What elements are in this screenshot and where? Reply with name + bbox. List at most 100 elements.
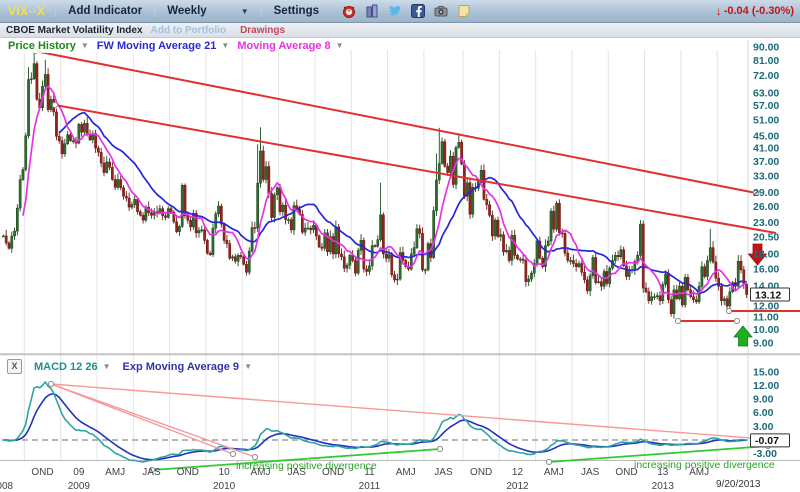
drawings-link[interactable]: Drawings bbox=[226, 25, 285, 36]
toolbar-icons bbox=[341, 3, 472, 19]
macd-axis-tick: 12.00 bbox=[753, 380, 779, 392]
price-axis-tick: 51.00 bbox=[753, 115, 779, 127]
x-axis-quarter-label: 11 bbox=[364, 467, 375, 478]
x-axis-quarter-label: 10 bbox=[219, 467, 231, 478]
chevron-down-icon: ▼ bbox=[221, 41, 229, 50]
notes-icon[interactable] bbox=[456, 3, 472, 19]
period-value: Weekly bbox=[167, 5, 206, 17]
svg-text:-0.07: -0.07 bbox=[755, 435, 779, 447]
ma8-dropdown[interactable]: Moving Average 8 ▼ bbox=[237, 40, 343, 52]
x-axis-quarter-label: OND bbox=[615, 467, 637, 478]
x-axis-year-label: 2012 bbox=[506, 481, 529, 492]
macd-ema-label: Exp Moving Average 9 bbox=[123, 361, 240, 373]
toolbar: VIX--X Add Indicator Weekly ▼ Settings bbox=[0, 0, 800, 23]
chevron-down-icon: ▼ bbox=[241, 7, 249, 16]
quote-change-value: -0.04 (-0.30%) bbox=[724, 5, 794, 17]
alarm-icon[interactable] bbox=[341, 3, 357, 19]
price-axis-tick: 23.00 bbox=[753, 217, 779, 229]
x-axis-quarter-label: JAS bbox=[581, 467, 600, 478]
macd-axis-tick: 15.00 bbox=[753, 366, 779, 378]
x-axis-quarter-label: OND bbox=[322, 467, 344, 478]
x-axis-quarter-label: OND bbox=[470, 467, 492, 478]
price-history-label: Price History bbox=[8, 40, 76, 52]
price-axis-tick: 45.00 bbox=[753, 131, 779, 143]
close-indicator-button[interactable]: X bbox=[7, 359, 22, 374]
ma8-label: Moving Average 8 bbox=[237, 40, 330, 52]
macd-panel bbox=[2, 382, 748, 462]
camera-icon[interactable] bbox=[433, 3, 449, 19]
x-axis-quarter-label: JAS bbox=[142, 467, 161, 478]
x-axis-end-date: 9/20/2013 bbox=[716, 479, 761, 490]
drawing-annotations: increasing positive divergenceincreasing… bbox=[32, 48, 800, 472]
quote-change: ↓ -0.04 (-0.30%) bbox=[716, 4, 794, 18]
price-axis-tick: 63.00 bbox=[753, 87, 779, 99]
x-axis-quarter-label: OND bbox=[31, 467, 53, 478]
x-axis-quarter-label: 09 bbox=[73, 467, 85, 478]
price-axis-tick: 10.00 bbox=[753, 324, 779, 336]
macd-axis-tick: -3.00 bbox=[753, 448, 777, 460]
x-axis-quarter-label: AMJ bbox=[250, 467, 270, 478]
chevron-down-icon: ▼ bbox=[103, 362, 111, 371]
facebook-icon[interactable] bbox=[410, 3, 426, 19]
ma21-dropdown[interactable]: FW Moving Average 21 ▼ bbox=[97, 40, 230, 52]
subbar: CBOE Market Volatility Index Add to Port… bbox=[0, 23, 800, 38]
x-axis-quarter-label: 13 bbox=[657, 467, 669, 478]
axes: 90.0081.00 72.00 63.0057.00 51.00 45.0041.00… bbox=[0, 42, 790, 492]
price-axis-tick: 41.00 bbox=[753, 143, 779, 155]
instrument-title: CBOE Market Volatility Index bbox=[0, 25, 143, 36]
price-legend: Price History ▼ FW Moving Average 21 ▼ M… bbox=[0, 38, 350, 53]
price-axis-tick: 33.00 bbox=[753, 170, 779, 182]
macd-label: MACD 12 26 bbox=[34, 361, 98, 373]
price-history-dropdown[interactable]: Price History ▼ bbox=[8, 40, 89, 52]
svg-text:13.12: 13.12 bbox=[755, 289, 781, 301]
price-axis-tick: 81.00 bbox=[753, 55, 779, 67]
price-axis-tick: 72.00 bbox=[753, 70, 779, 82]
twitter-icon[interactable] bbox=[387, 3, 403, 19]
settings-button[interactable]: Settings bbox=[261, 5, 331, 17]
macd-axis-tick: 3.00 bbox=[753, 421, 774, 433]
x-axis-year-label: 2013 bbox=[652, 481, 675, 492]
price-axis-tick: 9.00 bbox=[753, 338, 774, 350]
x-axis-quarter-label: JAS bbox=[434, 467, 453, 478]
x-axis-quarter-label: OND bbox=[177, 467, 199, 478]
period-dropdown[interactable]: Weekly ▼ bbox=[154, 5, 260, 17]
price-axis-tick: 11.00 bbox=[753, 312, 779, 324]
price-axis-tick: 20.50 bbox=[753, 232, 779, 244]
price-axis-tick: 57.00 bbox=[753, 100, 779, 112]
chart-canvas[interactable]: increasing positive divergenceincreasing… bbox=[0, 0, 800, 492]
x-axis-quarter-label: AMJ bbox=[396, 467, 416, 478]
price-axis-tick: 18.00 bbox=[753, 248, 779, 260]
x-axis-quarter-label: AMJ bbox=[689, 467, 709, 478]
ma21-label: FW Moving Average 21 bbox=[97, 40, 217, 52]
macd-dropdown[interactable]: MACD 12 26 ▼ bbox=[34, 361, 111, 373]
add-indicator-button[interactable]: Add Indicator bbox=[55, 5, 154, 17]
price-axis-tick: 26.00 bbox=[753, 201, 779, 213]
macd-axis-tick: 6.00 bbox=[753, 407, 774, 419]
up-block-arrow bbox=[734, 326, 752, 346]
x-axis-quarter-label: AMJ bbox=[544, 467, 564, 478]
price-panel bbox=[2, 48, 747, 319]
macd-header: X MACD 12 26 ▼ Exp Moving Average 9 ▼ bbox=[0, 359, 252, 374]
x-axis-year-label: 2010 bbox=[213, 481, 236, 492]
price-axis-tick: 16.00 bbox=[753, 264, 779, 276]
buildings-icon[interactable] bbox=[364, 3, 380, 19]
price-axis-tick: 12.00 bbox=[753, 301, 779, 313]
down-arrow-icon: ↓ bbox=[716, 4, 722, 18]
macd-axis-tick: 9.00 bbox=[753, 394, 774, 406]
x-axis-quarter-label: AMJ bbox=[105, 467, 125, 478]
charting-app: increasing positive divergenceincreasing… bbox=[0, 0, 800, 492]
chevron-down-icon: ▼ bbox=[81, 41, 89, 50]
x-axis-quarter-label: 12 bbox=[512, 467, 524, 478]
chevron-down-icon: ▼ bbox=[336, 41, 344, 50]
x-axis-year-label: 2009 bbox=[68, 481, 91, 492]
x-axis-quarter-label: JAS bbox=[288, 467, 307, 478]
x-axis-year-label: 2011 bbox=[359, 481, 381, 492]
price-axis-tick: 29.00 bbox=[753, 187, 779, 199]
x-axis-year-label: 2008 bbox=[0, 481, 14, 492]
add-to-portfolio-link[interactable]: Add to Portfolio bbox=[143, 25, 227, 36]
price-axis-tick: 90.00 bbox=[753, 42, 779, 54]
symbol-label: VIX--X bbox=[0, 4, 55, 18]
chevron-down-icon: ▼ bbox=[244, 362, 252, 371]
price-axis-tick: 37.00 bbox=[753, 156, 779, 168]
macd-ema-dropdown[interactable]: Exp Moving Average 9 ▼ bbox=[123, 361, 252, 373]
